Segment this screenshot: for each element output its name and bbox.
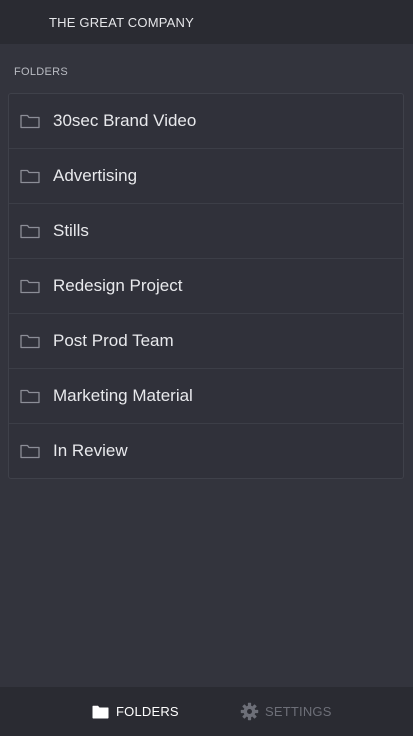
folder-name: Advertising (53, 166, 138, 185)
folder-name: In Review (53, 441, 128, 460)
tab-folders-label: FOLDERS (116, 704, 179, 719)
app-screen: THE GREAT COMPANY FOLDERS 30sec Brand Vi… (0, 0, 413, 736)
folder-filled-icon (92, 705, 109, 719)
bottom-tab-bar: FOLDERS SETTINGS (0, 687, 413, 736)
folder-outline-icon (20, 388, 42, 404)
gear-icon (240, 702, 259, 721)
tab-folders[interactable]: FOLDERS (92, 687, 179, 736)
folder-list: 30sec Brand Video Advertising Stills Red… (8, 93, 404, 479)
folders-section-label: FOLDERS (14, 66, 69, 78)
folder-item[interactable]: In Review (9, 424, 403, 478)
folder-item[interactable]: Redesign Project (9, 259, 403, 314)
folder-outline-icon (20, 223, 42, 239)
folder-outline-icon (20, 278, 42, 294)
folder-name: Marketing Material (53, 386, 193, 405)
folder-item[interactable]: Marketing Material (9, 369, 403, 424)
folder-outline-icon (20, 168, 42, 184)
company-name: THE GREAT COMPANY (49, 14, 194, 30)
top-bar: THE GREAT COMPANY (0, 0, 413, 44)
folder-outline-icon (20, 113, 42, 129)
folder-name: 30sec Brand Video (53, 111, 197, 130)
folder-item[interactable]: 30sec Brand Video (9, 94, 403, 149)
tab-settings[interactable]: SETTINGS (240, 687, 332, 736)
folder-name: Post Prod Team (53, 331, 174, 350)
folder-item[interactable]: Stills (9, 204, 403, 259)
folder-item[interactable]: Post Prod Team (9, 314, 403, 369)
folder-item[interactable]: Advertising (9, 149, 403, 204)
folder-name: Stills (53, 221, 89, 240)
folder-name: Redesign Project (53, 276, 183, 295)
folder-outline-icon (20, 333, 42, 349)
folder-outline-icon (20, 443, 42, 459)
tab-settings-label: SETTINGS (265, 704, 332, 719)
